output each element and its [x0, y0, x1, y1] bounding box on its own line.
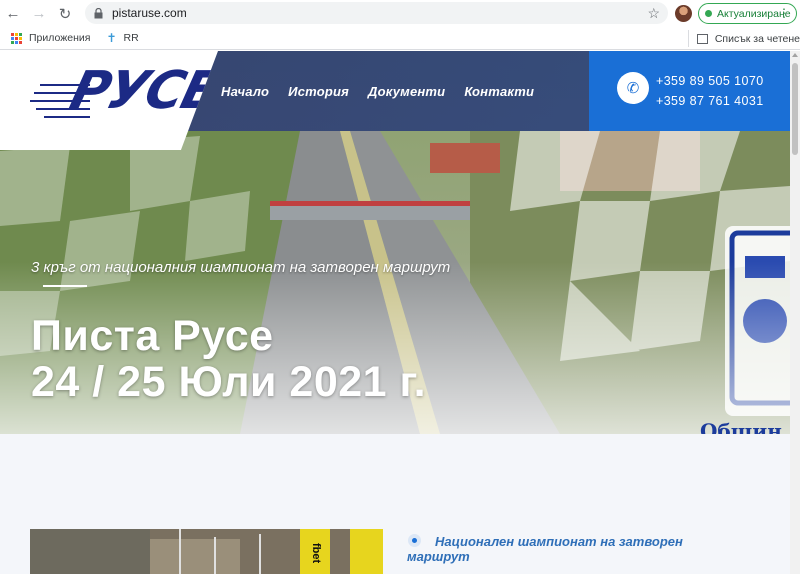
forward-arrow-icon[interactable]: → — [26, 0, 52, 27]
hero-subtitle-dash — [43, 285, 87, 288]
nav-documents[interactable]: Документи — [368, 84, 445, 99]
hero-subtitle: 3 кръг от националния шампионат на затво… — [31, 259, 461, 295]
hero-section: РУСЕ Начало История Документи Контакти ✆… — [0, 51, 790, 434]
kebab-menu-icon[interactable]: ⋮ — [778, 6, 790, 20]
scroll-up-icon[interactable] — [792, 53, 798, 57]
hero-title-line2: 24 / 25 Юли 2021 г. — [31, 358, 427, 406]
banner-text: fbet — [310, 543, 322, 564]
phone-number-2[interactable]: +359 87 761 4031 — [656, 94, 764, 108]
nav-history[interactable]: История — [288, 84, 349, 99]
emblem-caption: Общин — [700, 419, 782, 434]
site-logo[interactable]: РУСЕ — [0, 51, 218, 150]
bookmark-rr-label: RR — [123, 32, 139, 44]
news-thumbnail[interactable]: fbet — [30, 529, 383, 574]
update-button[interactable]: Актуализиране ⋮ — [698, 3, 797, 24]
hero-title-line1: Писта Русе — [31, 312, 274, 360]
scrollbar-thumb[interactable] — [792, 63, 798, 155]
nav-home[interactable]: Начало — [221, 84, 269, 99]
website-viewport: РУСЕ Начало История Документи Контакти ✆… — [0, 51, 790, 574]
lock-icon — [94, 7, 104, 19]
apps-grid-icon — [11, 32, 22, 44]
contact-phones: ✆ +359 89 505 1070 +359 87 761 4031 — [589, 51, 790, 131]
address-bar[interactable]: pistaruse.com ☆ — [85, 2, 668, 24]
bookmarks-bar: Приложения ✝ RR Списък за четене — [0, 27, 800, 50]
news-title[interactable]: Национален шампионат на затворен маршрут — [407, 534, 707, 564]
bookmark-apps[interactable]: Приложения — [11, 32, 90, 44]
page-scrollbar[interactable] — [790, 51, 800, 574]
news-section: fbet Национален шампионат на затворен ма… — [0, 434, 790, 574]
update-status-dot — [705, 10, 712, 17]
main-navigation: Начало История Документи Контакти — [221, 84, 534, 99]
reading-list-icon — [696, 33, 708, 44]
hero-subtitle-text: 3 кръг от националния шампионат на затво… — [31, 259, 451, 276]
star-icon[interactable]: ☆ — [647, 5, 660, 22]
back-arrow-icon[interactable]: ← — [0, 0, 26, 27]
reading-list[interactable]: Списък за четене — [687, 30, 800, 47]
nav-contacts[interactable]: Контакти — [464, 84, 534, 99]
bookmark-rr[interactable]: ✝ RR — [106, 31, 138, 45]
bookmark-apps-label: Приложения — [29, 32, 91, 44]
browser-toolbar: ← → ↻ pistaruse.com ☆ Актуализиране ⋮ — [0, 0, 800, 27]
profile-avatar[interactable] — [675, 5, 692, 22]
reload-icon[interactable]: ↻ — [52, 0, 78, 27]
hero-title: Писта Русе 24 / 25 Юли 2021 г. — [31, 313, 426, 405]
reading-list-label: Списък за четене — [714, 32, 800, 45]
rr-bookmark-icon: ✝ — [106, 31, 117, 45]
url-text: pistaruse.com — [112, 6, 187, 20]
phone-number-1[interactable]: +359 89 505 1070 — [656, 74, 764, 88]
phone-icon[interactable]: ✆ — [617, 72, 649, 104]
